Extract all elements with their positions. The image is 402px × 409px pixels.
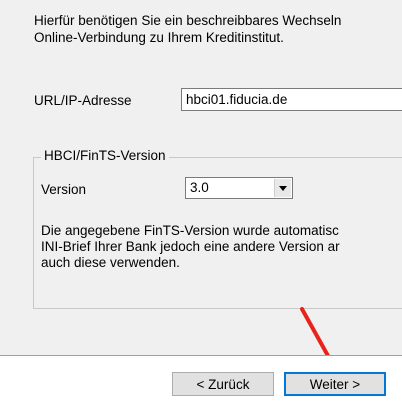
next-button[interactable]: Weiter > (284, 372, 386, 396)
intro-text: Hierfür benötigen Sie ein beschreibbares… (34, 12, 341, 46)
version-label: Version (41, 182, 87, 197)
url-label: URL/IP-Adresse (34, 93, 132, 108)
back-button[interactable]: < Zurück (172, 372, 274, 396)
version-select[interactable]: 3.0 (185, 177, 293, 199)
wizard-panel: Hierfür benötigen Sie ein beschreibbares… (0, 0, 402, 355)
version-info-text: Die angegebene FinTS-Version wurde autom… (41, 223, 340, 271)
url-input[interactable]: hbci01.fiducia.de (181, 88, 402, 111)
intro-line-1: Hierfür benötigen Sie ein beschreibbares… (34, 13, 342, 28)
hbci-version-group: HBCI/FinTS-Version Version 3.0 Die angeg… (33, 148, 402, 309)
intro-line-2: Online-Verbindung zu Ihrem Kreditinstitu… (34, 30, 284, 45)
group-title: HBCI/FinTS-Version (41, 148, 169, 163)
info-line-3: auch diese verwenden. (41, 255, 180, 270)
version-value: 3.0 (190, 180, 209, 195)
red-arrow-icon (300, 307, 330, 355)
chevron-down-icon[interactable] (274, 179, 291, 197)
info-line-1: Die angegebene FinTS-Version wurde autom… (41, 223, 339, 238)
footer-separator (0, 355, 402, 357)
info-line-2: INI-Brief Ihrer Bank jedoch eine andere … (41, 239, 340, 254)
